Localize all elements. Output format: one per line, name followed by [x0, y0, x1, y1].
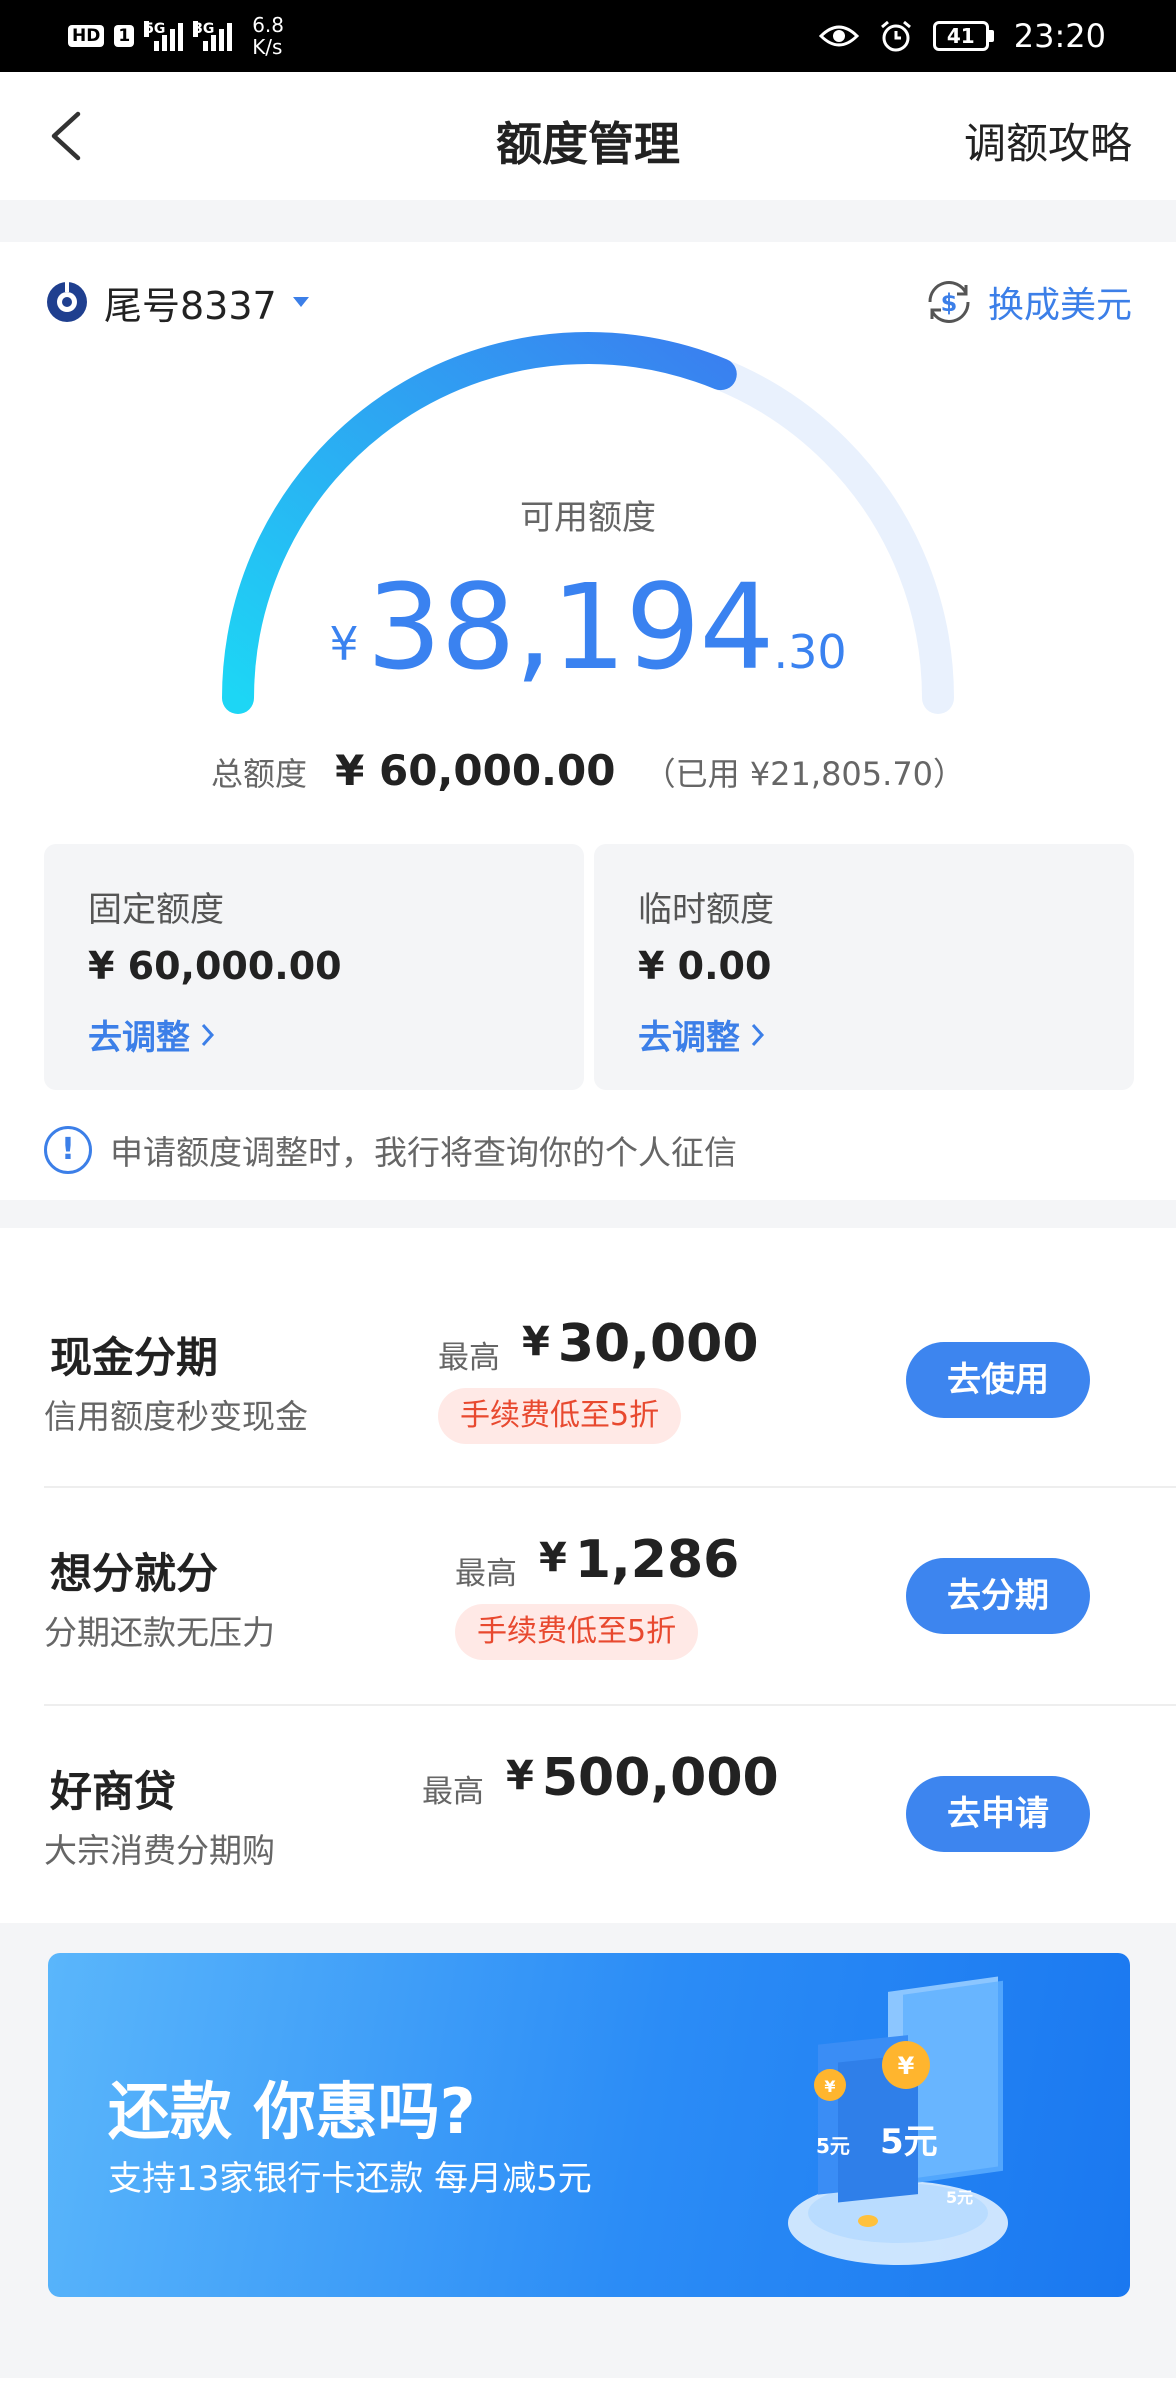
product-row-cash-installment: 现金分期 信用额度秒变现金 最高 ¥30,000 手续费低至5折 去使用	[0, 1228, 1176, 1488]
max-label: 最高	[438, 1340, 500, 1376]
fixed-limit-title: 固定额度	[88, 890, 224, 930]
available-limit-amount: ¥38,194.30	[329, 558, 847, 696]
product-name: 现金分期	[50, 1333, 219, 1382]
product-row-flexible-installment: 想分就分 分期还款无压力 最高 ¥1,286 手续费低至5折 去分期	[0, 1488, 1176, 1706]
product-row-merchant-loan: 好商贷 大宗消费分期购 最高 ¥500,000 去申请	[0, 1706, 1176, 1924]
credit-limit-card: 尾号8337 $ 换成美元 可用额度 ¥38,194.30 总额度 ¥ 60,0…	[0, 242, 1176, 1200]
total-limit-label: 总额度	[210, 755, 307, 793]
product-name: 好商贷	[50, 1767, 177, 1816]
banner-subtitle: 支持13家银行卡还款 每月减5元	[108, 2159, 592, 2199]
notice-text: 申请额度调整时，我行将查询你的个人征信	[110, 1133, 737, 1172]
max-label: 最高	[455, 1556, 517, 1592]
available-limit-label: 可用额度	[520, 498, 656, 538]
svg-text:5元: 5元	[880, 2122, 938, 2162]
max-amount: ¥30,000	[522, 1314, 759, 1374]
svg-text:¥: ¥	[898, 2052, 915, 2080]
product-subtitle: 分期还款无压力	[44, 1613, 275, 1652]
bank-logo-icon	[47, 282, 87, 322]
nav-header: 额度管理 调额攻略	[0, 72, 1176, 200]
adjust-temporary-limit-link[interactable]: 去调整	[638, 1010, 766, 1059]
clock: 23:20	[1013, 17, 1106, 55]
battery-icon: 41	[932, 21, 994, 51]
repayment-promo-banner[interactable]: 还款 你惠吗? 支持13家银行卡还款 每月减5元 ¥ ¥ 5元 5元 5元	[48, 1953, 1130, 2297]
bottom-spacer	[0, 2378, 1176, 2400]
product-subtitle: 信用额度秒变现金	[44, 1397, 308, 1436]
svg-text:¥: ¥	[824, 2077, 835, 2096]
temporary-limit-title: 临时额度	[638, 890, 774, 930]
product-list: 现金分期 信用额度秒变现金 最高 ¥30,000 手续费低至5折 去使用 想分就…	[0, 1228, 1176, 1923]
banner-title: 还款 你惠吗?	[108, 2075, 476, 2148]
apply-loan-button[interactable]: 去申请	[906, 1776, 1090, 1852]
product-name: 想分就分	[50, 1549, 219, 1598]
alarm-icon	[880, 20, 911, 52]
product-subtitle: 大宗消费分期购	[44, 1831, 275, 1870]
used-amount: （已用 ¥21,805.70）	[643, 755, 966, 793]
installment-button[interactable]: 去分期	[906, 1558, 1090, 1634]
chevron-right-icon	[751, 1023, 765, 1046]
temporary-limit-amount: ¥ 0.00	[638, 944, 772, 988]
fee-discount-tag: 手续费低至5折	[438, 1388, 682, 1444]
svg-text:5元: 5元	[816, 2134, 850, 2158]
total-limit-amount: ¥ 60,000.00	[335, 746, 616, 795]
svg-text:5元: 5元	[946, 2188, 973, 2207]
credit-check-notice: ! 申请额度调整时，我行将查询你的个人征信	[44, 1122, 737, 1178]
sim-indicator: 1	[114, 25, 135, 47]
signal-5g-icon: 5G	[144, 21, 184, 51]
fixed-limit-box: 固定额度 ¥ 60,000.00 去调整	[44, 844, 584, 1090]
temporary-limit-box: 临时额度 ¥ 0.00 去调整	[594, 844, 1134, 1090]
eye-icon	[818, 25, 859, 47]
hd-indicator: HD	[68, 25, 105, 47]
signal-3g-icon: 3G	[193, 21, 233, 51]
fixed-limit-amount: ¥ 60,000.00	[88, 944, 342, 988]
limit-strategy-link[interactable]: 调额攻略	[964, 110, 1132, 171]
status-bar: HD 1 5G 3G 6.8 K/s 41 23:20	[0, 0, 1176, 72]
adjust-fixed-limit-link[interactable]: 去调整	[88, 1010, 216, 1059]
use-cash-installment-button[interactable]: 去使用	[906, 1342, 1090, 1418]
coupon-illustration-icon: ¥ ¥ 5元 5元 5元	[788, 1976, 1008, 2265]
total-limit-line: 总额度 ¥ 60,000.00 （已用 ¥21,805.70）	[0, 746, 1176, 795]
max-amount: ¥500,000	[506, 1748, 779, 1808]
info-icon: !	[44, 1126, 92, 1174]
switch-currency-label: 换成美元	[987, 285, 1132, 326]
max-label: 最高	[422, 1774, 484, 1810]
dropdown-triangle-icon	[292, 297, 309, 307]
network-speed: 6.8 K/s	[252, 13, 284, 59]
chevron-right-icon	[201, 1023, 215, 1046]
max-amount: ¥1,286	[539, 1530, 740, 1590]
fee-discount-tag: 手续费低至5折	[455, 1604, 699, 1660]
